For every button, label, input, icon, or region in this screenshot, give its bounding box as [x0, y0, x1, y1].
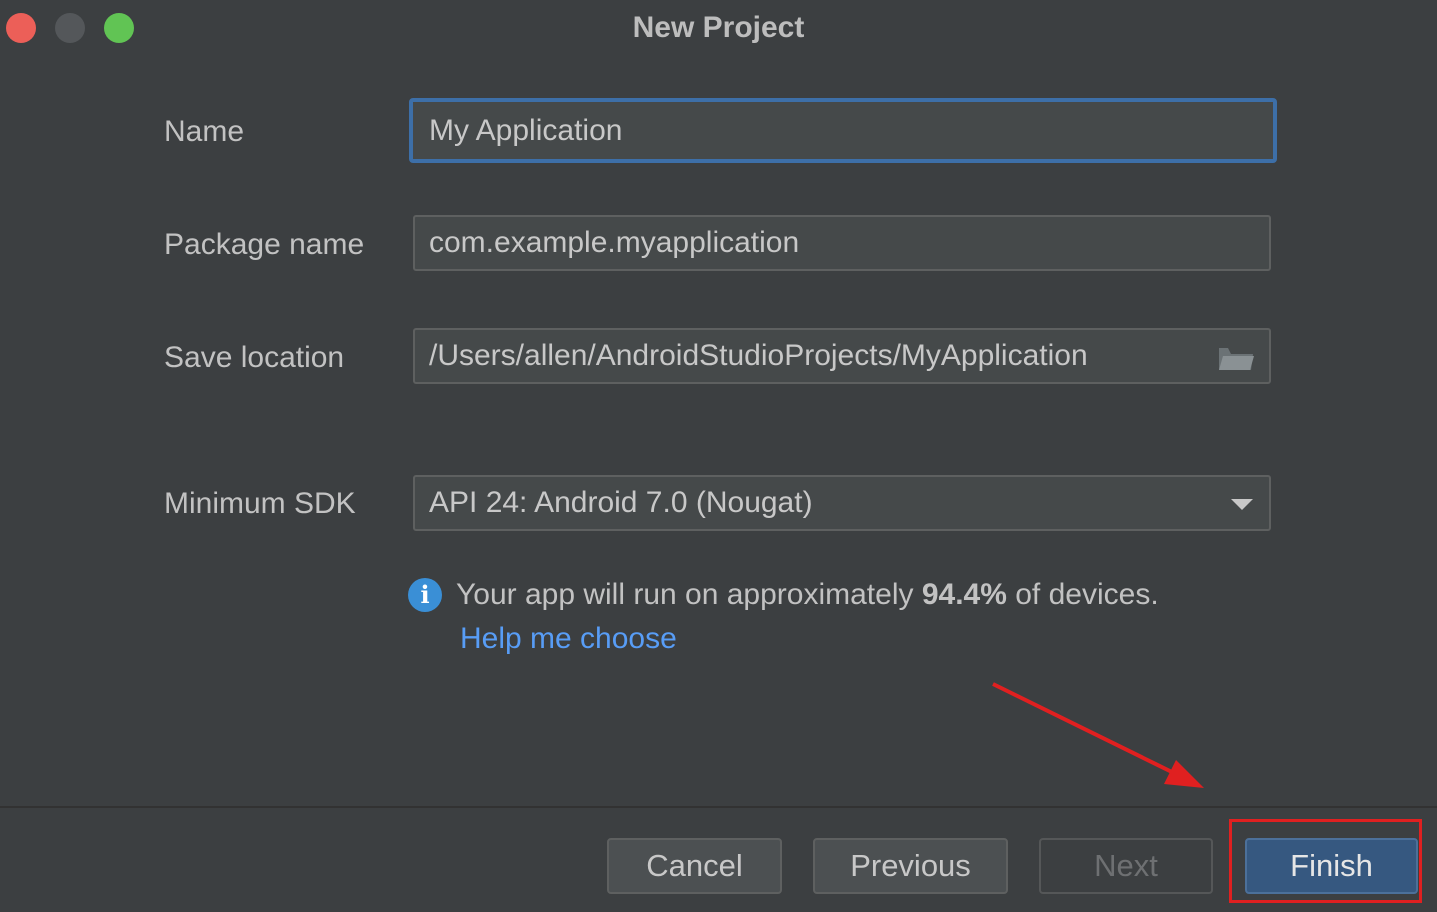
save-location-field[interactable]: /Users/allen/AndroidStudioProjects/MyApp… — [413, 328, 1271, 384]
new-project-dialog: New Project Name My Application Package … — [0, 0, 1437, 912]
footer-divider — [0, 806, 1437, 808]
name-field[interactable]: My Application — [409, 98, 1277, 163]
previous-button[interactable]: Previous — [813, 838, 1008, 894]
coverage-percent: 94.4% — [921, 578, 1007, 611]
coverage-text-before: Your app will run on approximately — [456, 578, 922, 611]
minimum-sdk-label: Minimum SDK — [164, 487, 356, 520]
info-icon: i — [408, 578, 442, 612]
package-name-label: Package name — [164, 228, 365, 261]
folder-icon[interactable] — [1217, 344, 1255, 372]
package-name-field[interactable]: com.example.myapplication — [413, 215, 1271, 271]
save-location-field-value: /Users/allen/AndroidStudioProjects/MyApp… — [429, 339, 1088, 372]
cancel-button[interactable]: Cancel — [607, 838, 782, 894]
window-title: New Project — [632, 11, 805, 44]
next-button[interactable]: Next — [1039, 838, 1213, 894]
device-coverage-text: Your app will run on approximately 94.4%… — [456, 575, 1159, 615]
minimum-sdk-select[interactable]: API 24: Android 7.0 (Nougat) — [413, 475, 1271, 531]
coverage-text-after: of devices. — [1006, 578, 1159, 611]
name-label: Name — [164, 115, 245, 148]
chevron-down-icon — [1231, 499, 1253, 510]
save-location-label: Save location — [164, 341, 345, 374]
finish-button[interactable]: Finish — [1245, 838, 1418, 894]
help-me-choose-link[interactable]: Help me choose — [460, 619, 677, 659]
name-field-value: My Application — [429, 113, 623, 147]
package-name-field-value: com.example.myapplication — [429, 226, 800, 259]
minimum-sdk-value: API 24: Android 7.0 (Nougat) — [429, 486, 813, 519]
